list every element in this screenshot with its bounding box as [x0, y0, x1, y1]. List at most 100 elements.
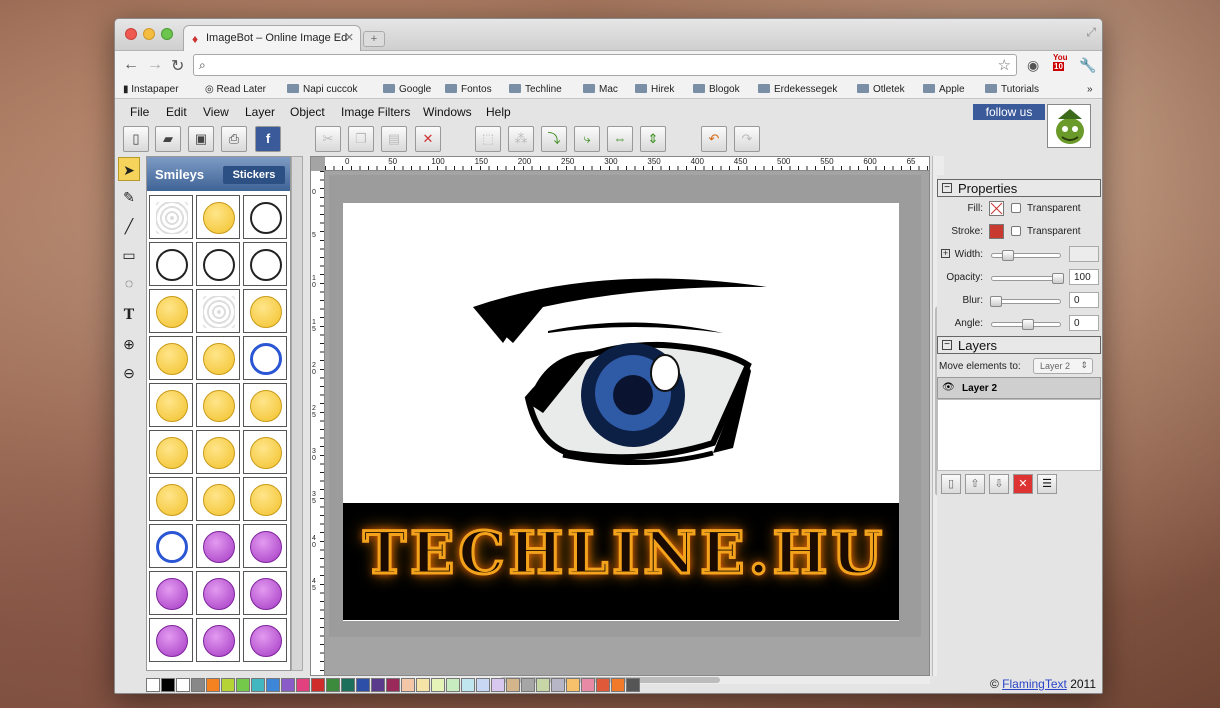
- sticker-cell[interactable]: [196, 383, 240, 427]
- color-swatch[interactable]: [371, 678, 385, 692]
- color-swatch[interactable]: [176, 678, 190, 692]
- color-swatch[interactable]: [446, 678, 460, 692]
- layer-menu-button[interactable]: ☰: [1037, 474, 1057, 494]
- redo-button[interactable]: ↷: [734, 126, 760, 152]
- collapse-icon[interactable]: −: [942, 183, 952, 193]
- color-swatch[interactable]: [626, 678, 640, 692]
- reload-button[interactable]: ↻: [171, 56, 184, 76]
- eye-visibility-icon[interactable]: 👁: [942, 382, 955, 393]
- sticker-cell[interactable]: [243, 336, 287, 380]
- bookmark-instapaper[interactable]: ▮ Instapaper: [123, 84, 179, 95]
- menu-help[interactable]: Help: [486, 105, 511, 119]
- color-swatch[interactable]: [566, 678, 580, 692]
- menu-image-filters[interactable]: Image Filters: [341, 105, 410, 119]
- blur-slider[interactable]: [990, 296, 1061, 307]
- color-swatch[interactable]: [341, 678, 355, 692]
- sticker-cell[interactable]: [149, 618, 193, 662]
- bookmark-mac[interactable]: Mac: [583, 84, 618, 95]
- palette-scrollbar[interactable]: [291, 156, 303, 671]
- bookmark-google[interactable]: Google: [383, 84, 431, 95]
- color-swatch[interactable]: [311, 678, 325, 692]
- expand-icon[interactable]: +: [941, 249, 950, 258]
- menu-object[interactable]: Object: [290, 105, 325, 119]
- menu-layer[interactable]: Layer: [245, 105, 275, 119]
- color-swatch[interactable]: [236, 678, 250, 692]
- layer-up-button[interactable]: ⇧: [965, 474, 985, 494]
- facebook-share-button[interactable]: f: [255, 126, 281, 152]
- layers-header[interactable]: − Layers: [937, 336, 1101, 354]
- sticker-cell[interactable]: [149, 242, 193, 286]
- new-document-button[interactable]: ▯: [123, 126, 149, 152]
- color-swatch[interactable]: [416, 678, 430, 692]
- extension-globe-icon[interactable]: ◉: [1027, 57, 1039, 74]
- sticker-cell[interactable]: [196, 618, 240, 662]
- bookmark-hirek[interactable]: Hirek: [635, 84, 674, 95]
- freeform-tool-icon[interactable]: ◌: [118, 271, 140, 295]
- sticker-cell[interactable]: [196, 195, 240, 239]
- bookmark-techline[interactable]: Techline: [509, 84, 562, 95]
- undo-button[interactable]: ↶: [701, 126, 727, 152]
- blur-slider-knob[interactable]: [990, 296, 1002, 307]
- sticker-cell[interactable]: [243, 289, 287, 333]
- layer-down-button[interactable]: ⇩: [989, 474, 1009, 494]
- sticker-cell[interactable]: [243, 383, 287, 427]
- open-folder-button[interactable]: ▰: [155, 126, 181, 152]
- sticker-cell[interactable]: [196, 477, 240, 521]
- sticker-cell[interactable]: [243, 430, 287, 474]
- follow-us-button[interactable]: follow us: [973, 104, 1045, 120]
- color-swatch[interactable]: [281, 678, 295, 692]
- color-swatch[interactable]: [401, 678, 415, 692]
- close-tab-icon[interactable]: ✕: [345, 31, 354, 44]
- bookmark-napi-cuccok[interactable]: Napi cuccok: [287, 84, 357, 95]
- color-swatch[interactable]: [266, 678, 280, 692]
- more-bookmarks-button[interactable]: »: [1087, 84, 1093, 95]
- line-tool-icon[interactable]: ╱: [118, 214, 140, 238]
- color-swatch[interactable]: [596, 678, 610, 692]
- color-swatch[interactable]: [356, 678, 370, 692]
- menu-windows[interactable]: Windows: [423, 105, 472, 119]
- sticker-cell[interactable]: [243, 618, 287, 662]
- select-tool-icon[interactable]: ➤: [118, 157, 140, 181]
- canvas-page[interactable]: TECHLINE.HU: [343, 203, 899, 621]
- sticker-cell[interactable]: [196, 336, 240, 380]
- sticker-cell[interactable]: [149, 195, 193, 239]
- sticker-cell[interactable]: [149, 289, 193, 333]
- flaming-text-banner[interactable]: TECHLINE.HU: [343, 503, 899, 620]
- sticker-cell[interactable]: [149, 336, 193, 380]
- color-swatch[interactable]: [521, 678, 535, 692]
- save-button[interactable]: ▣: [188, 126, 214, 152]
- bookmark-tutorials[interactable]: Tutorials: [985, 84, 1039, 95]
- color-swatch[interactable]: [221, 678, 235, 692]
- stroke-swatch[interactable]: [989, 224, 1004, 239]
- angle-slider-knob[interactable]: [1022, 319, 1034, 330]
- bookmark-blogok[interactable]: Blogok: [693, 84, 740, 95]
- flip-horizontal-button[interactable]: ⇔: [607, 126, 633, 152]
- menu-view[interactable]: View: [203, 105, 229, 119]
- color-swatch[interactable]: [506, 678, 520, 692]
- stroke-transparent-checkbox[interactable]: [1011, 226, 1021, 236]
- canvas-workspace[interactable]: 0 50 100 150 200 250 300 350 400 450 500 550 600 65 0…: [310, 156, 930, 676]
- zoom-window-button[interactable]: [161, 28, 173, 40]
- width-slider[interactable]: [991, 250, 1061, 261]
- sticker-cell[interactable]: [149, 477, 193, 521]
- move-up-button[interactable]: ⤷: [574, 126, 600, 152]
- delete-layer-button[interactable]: ✕: [1013, 474, 1033, 494]
- color-swatch[interactable]: [476, 678, 490, 692]
- menu-edit[interactable]: Edit: [166, 105, 187, 119]
- collapse-icon[interactable]: −: [942, 340, 952, 350]
- sticker-cell[interactable]: [149, 524, 193, 568]
- text-tool-icon[interactable]: T: [118, 303, 140, 327]
- group-button[interactable]: ⬚: [475, 126, 501, 152]
- opacity-slider-knob[interactable]: [1052, 273, 1064, 284]
- sticker-cell[interactable]: [243, 571, 287, 615]
- color-swatch[interactable]: [536, 678, 550, 692]
- color-swatch[interactable]: [161, 678, 175, 692]
- color-swatch[interactable]: [251, 678, 265, 692]
- bookmark-read-later[interactable]: ◎ Read Later: [205, 84, 266, 95]
- flip-vertical-button[interactable]: ⇕: [640, 126, 666, 152]
- angle-slider[interactable]: [991, 319, 1061, 330]
- anime-eye-graphic[interactable]: [343, 203, 899, 503]
- new-tab-button[interactable]: +: [363, 31, 385, 47]
- fullscreen-icon[interactable]: ⤢: [1086, 25, 1096, 40]
- ungroup-button[interactable]: ⁂: [508, 126, 534, 152]
